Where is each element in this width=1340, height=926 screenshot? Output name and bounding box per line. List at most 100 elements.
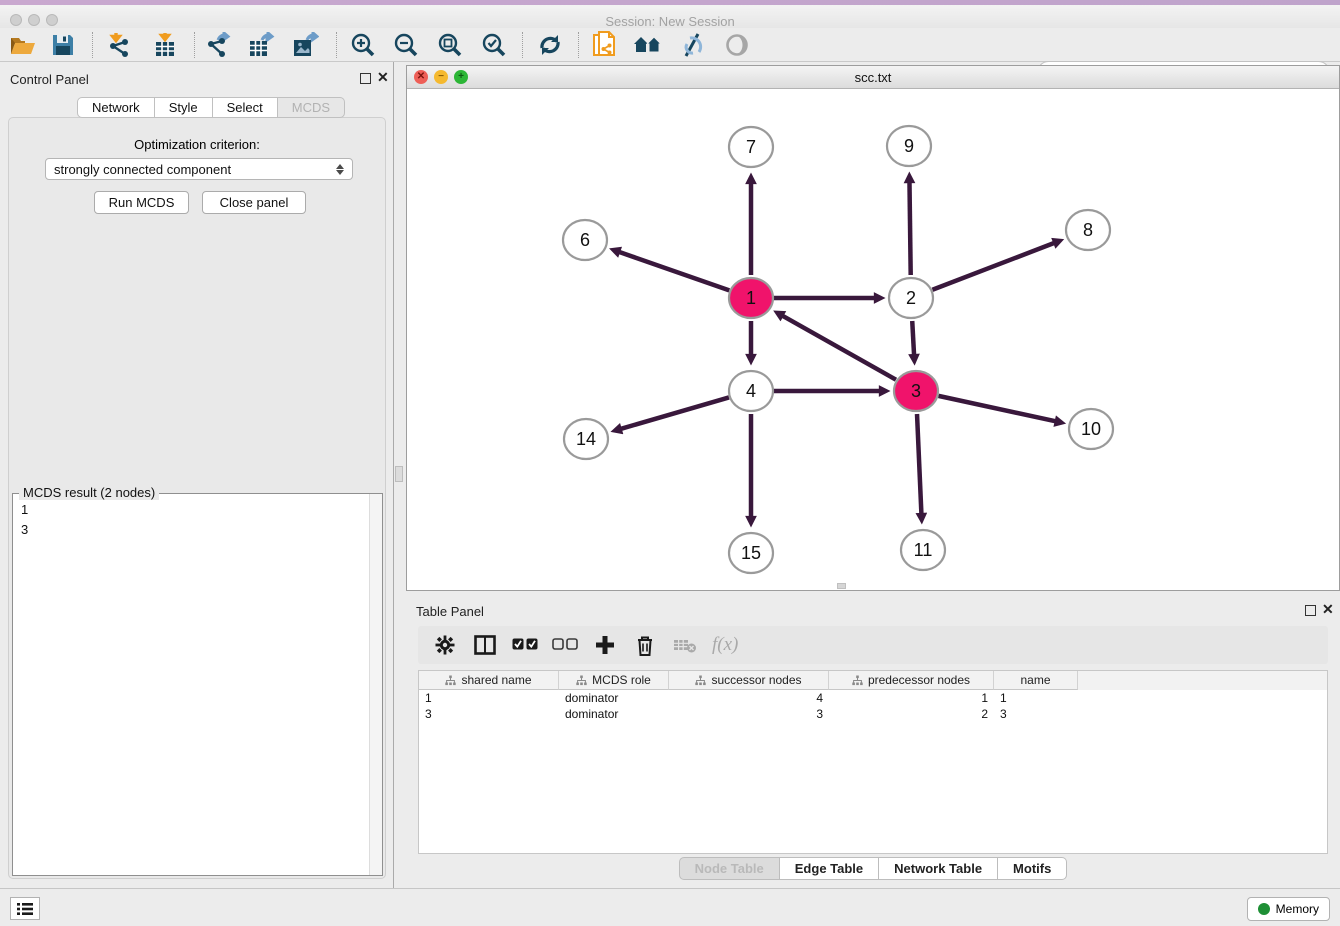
node-label: 6 xyxy=(580,230,590,250)
float-table-panel-icon[interactable] xyxy=(1305,605,1316,616)
first-neighbors-icon[interactable] xyxy=(633,31,663,59)
result-scrollbar[interactable] xyxy=(369,494,382,875)
table-panel: Table Panel ✕ f(x) shared nameMCDS roles… xyxy=(406,594,1340,888)
column-header-label: predecessor nodes xyxy=(868,673,970,687)
control-panel-title: Control Panel xyxy=(10,72,89,87)
run-mcds-button[interactable]: Run MCDS xyxy=(94,191,189,214)
mcds-result-lines: 13 xyxy=(21,500,28,540)
task-history-button[interactable] xyxy=(10,897,40,920)
table-cell[interactable]: dominator xyxy=(559,706,669,722)
column-header-predecessor-nodes[interactable]: predecessor nodes xyxy=(829,671,994,690)
show-all-icon[interactable] xyxy=(722,31,752,59)
column-sort-icon xyxy=(695,675,706,686)
column-header-name[interactable]: name xyxy=(994,671,1078,690)
node-label: 7 xyxy=(746,137,756,157)
add-column-icon[interactable] xyxy=(592,632,618,658)
toolbar-separator xyxy=(522,32,523,58)
graph-edge-3-1[interactable] xyxy=(782,316,896,380)
tab-node-table[interactable]: Node Table xyxy=(679,857,780,880)
deselect-checkboxes-icon[interactable] xyxy=(552,632,578,658)
export-table-icon[interactable] xyxy=(246,31,276,59)
zoom-out-icon[interactable] xyxy=(391,31,421,59)
node-label: 4 xyxy=(746,381,756,401)
tab-edge-table[interactable]: Edge Table xyxy=(780,857,879,880)
zoom-in-icon[interactable] xyxy=(348,31,378,59)
import-table-icon[interactable] xyxy=(150,31,180,59)
node-label: 3 xyxy=(911,381,921,401)
splitter-grip[interactable] xyxy=(395,466,403,482)
table-cell[interactable]: 3 xyxy=(419,706,559,722)
criterion-dropdown[interactable]: strongly connected component xyxy=(45,158,353,180)
table-row[interactable]: 1dominator411 xyxy=(419,690,1327,706)
select-all-checkboxes-icon[interactable] xyxy=(512,632,538,658)
table-cell[interactable]: 3 xyxy=(994,706,1078,722)
table-cell[interactable]: 1 xyxy=(419,690,559,706)
delete-table-icon[interactable] xyxy=(672,632,698,658)
node-label: 2 xyxy=(906,288,916,308)
mcds-result-title: MCDS result (2 nodes) xyxy=(19,485,159,500)
graph-node-8[interactable]: 8 xyxy=(1066,210,1110,250)
column-header-shared-name[interactable]: shared name xyxy=(419,671,559,690)
float-panel-icon[interactable] xyxy=(360,73,371,84)
tab-motifs[interactable]: Motifs xyxy=(998,857,1067,880)
table-panel-title: Table Panel xyxy=(416,604,484,619)
graph-node-7[interactable]: 7 xyxy=(729,127,773,167)
network-scrollbar-thumb[interactable] xyxy=(837,583,846,589)
graph-node-14[interactable]: 14 xyxy=(564,419,608,459)
graph-node-15[interactable]: 15 xyxy=(729,533,773,573)
graph-node-9[interactable]: 9 xyxy=(887,126,931,166)
network-canvas[interactable]: 7 9 6 8 1 2 4 3 14 10 15 11 xyxy=(407,89,1339,590)
graph-edge-3-10[interactable] xyxy=(938,396,1055,421)
memory-button[interactable]: Memory xyxy=(1247,897,1330,921)
export-network-icon[interactable] xyxy=(203,31,233,59)
export-image-icon[interactable] xyxy=(290,31,320,59)
toolbar-separator xyxy=(92,32,93,58)
apply-layout-icon[interactable] xyxy=(535,31,565,59)
network-window-titlebar: ✕ − + scc.txt xyxy=(407,66,1339,89)
graph-node-1[interactable]: 1 xyxy=(729,278,773,318)
tab-select[interactable]: Select xyxy=(213,97,278,118)
graph-edge-2-9[interactable] xyxy=(909,182,910,275)
table-cell[interactable]: 1 xyxy=(829,690,994,706)
graph-edge-4-14[interactable] xyxy=(621,397,729,429)
network-window-title: scc.txt xyxy=(407,70,1339,85)
close-panel-button[interactable]: Close panel xyxy=(202,191,306,214)
table-cell[interactable]: 2 xyxy=(829,706,994,722)
graph-node-10[interactable]: 10 xyxy=(1069,409,1113,449)
graph-node-2[interactable]: 2 xyxy=(889,278,933,318)
column-header-MCDS-role[interactable]: MCDS role xyxy=(559,671,669,690)
graph-node-4[interactable]: 4 xyxy=(729,371,773,411)
graph-edge-2-8[interactable] xyxy=(932,243,1054,290)
table-cell[interactable]: 4 xyxy=(669,690,829,706)
table-row[interactable]: 3dominator323 xyxy=(419,706,1327,722)
zoom-fit-icon[interactable] xyxy=(435,31,465,59)
column-header-successor-nodes[interactable]: successor nodes xyxy=(669,671,829,690)
tab-network[interactable]: Network xyxy=(77,97,155,118)
tab-mcds[interactable]: MCDS xyxy=(278,97,345,118)
zoom-selected-icon[interactable] xyxy=(479,31,509,59)
graph-node-3[interactable]: 3 xyxy=(894,371,938,411)
table-cell[interactable]: 1 xyxy=(994,690,1078,706)
import-network-icon[interactable] xyxy=(104,31,134,59)
table-cell[interactable]: 3 xyxy=(669,706,829,722)
table-cell[interactable]: dominator xyxy=(559,690,669,706)
graph-edge-1-6[interactable] xyxy=(619,252,729,291)
dropdown-arrows-icon xyxy=(336,164,344,175)
save-session-icon[interactable] xyxy=(48,31,78,59)
hide-selected-icon[interactable] xyxy=(677,31,707,59)
gear-icon[interactable] xyxy=(432,632,458,658)
tab-style[interactable]: Style xyxy=(155,97,213,118)
new-network-from-file-icon[interactable] xyxy=(590,31,620,59)
graph-edge-2-3[interactable] xyxy=(912,321,914,355)
graph-node-11[interactable]: 11 xyxy=(901,530,945,570)
function-builder-icon[interactable]: f(x) xyxy=(712,634,738,656)
open-session-icon[interactable] xyxy=(8,31,38,59)
close-table-panel-icon[interactable]: ✕ xyxy=(1322,602,1334,616)
split-columns-icon[interactable] xyxy=(472,632,498,658)
tab-network-table[interactable]: Network Table xyxy=(879,857,998,880)
network-graph: 7 9 6 8 1 2 4 3 14 10 15 11 xyxy=(407,89,1339,590)
graph-node-6[interactable]: 6 xyxy=(563,220,607,260)
delete-column-icon[interactable] xyxy=(632,632,658,658)
close-panel-icon[interactable]: ✕ xyxy=(377,70,389,84)
graph-edge-3-11[interactable] xyxy=(917,414,921,514)
